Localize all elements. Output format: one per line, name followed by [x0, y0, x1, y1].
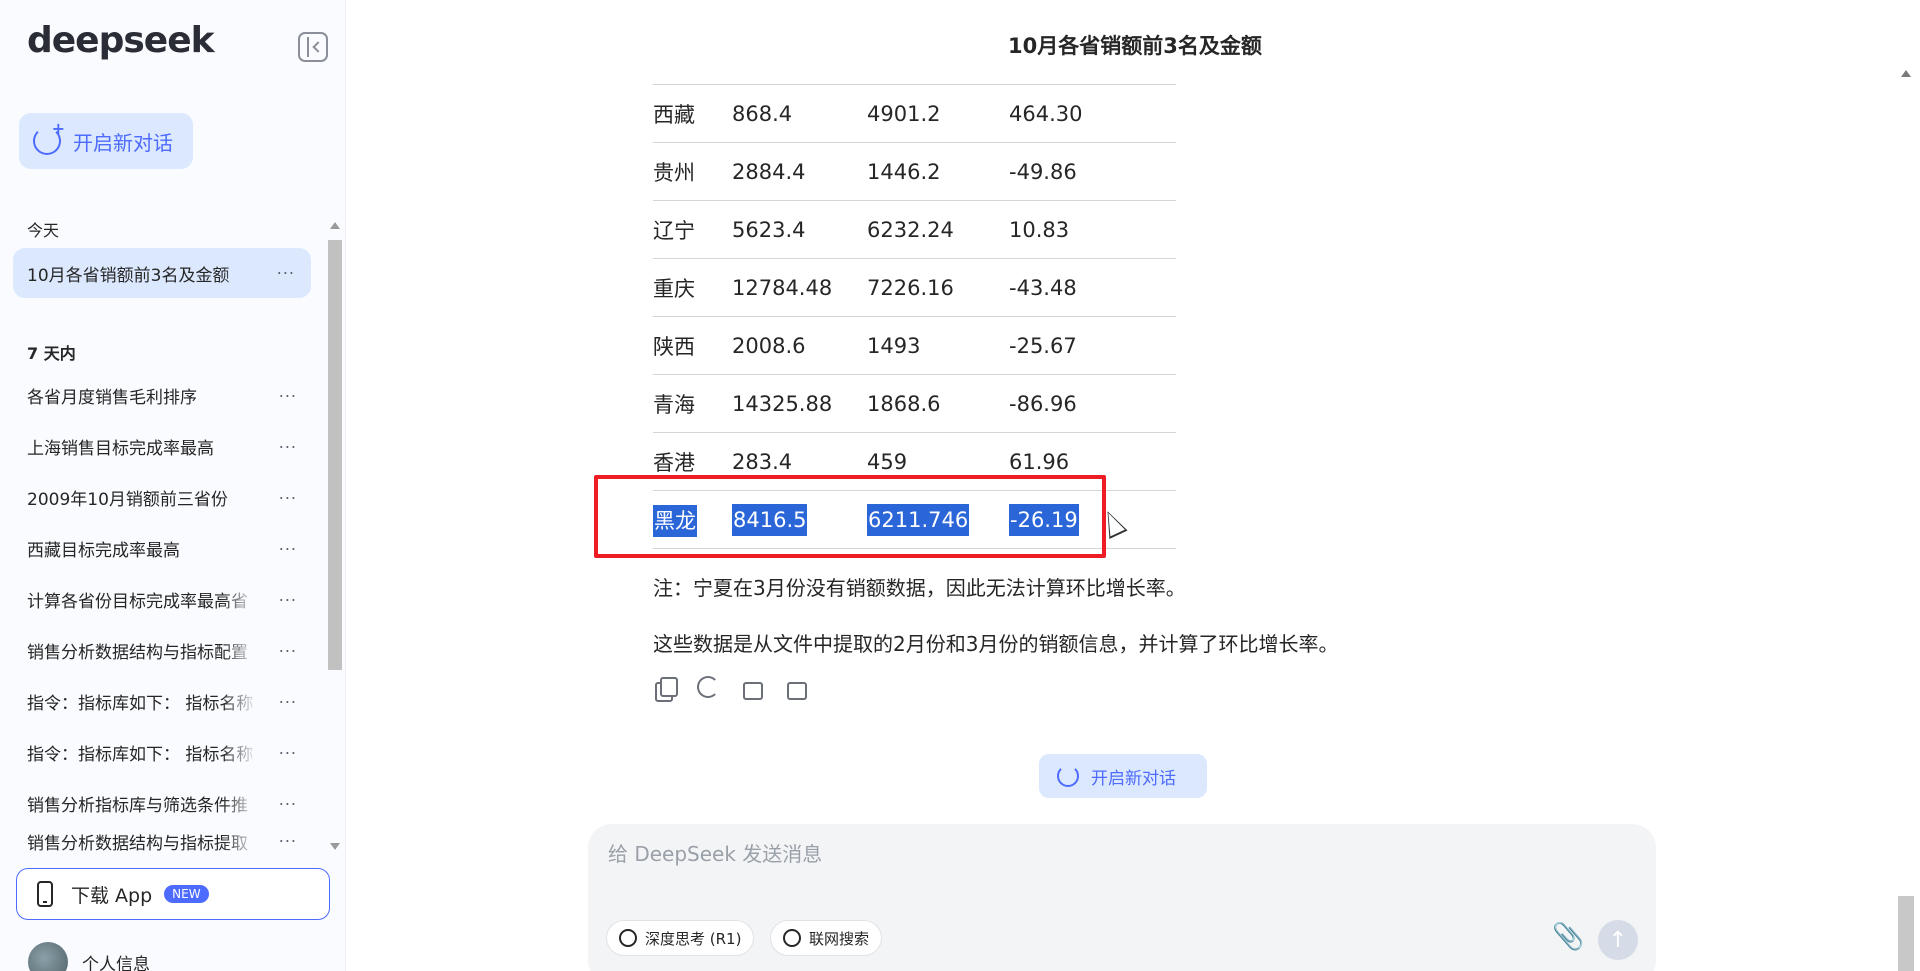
deep-think-label: 深度思考 (R1) — [645, 929, 742, 948]
more-icon[interactable]: ··· — [279, 743, 297, 762]
table-cell: -49.86 — [1009, 142, 1176, 201]
table-cell: -25.67 — [1009, 316, 1176, 375]
history-item-active[interactable]: 10月各省销额前3名及金额 ··· — [13, 248, 311, 298]
new-chat-center-button[interactable]: 开启新对话 — [1039, 754, 1207, 798]
more-icon[interactable]: ··· — [279, 641, 297, 660]
deep-think-toggle[interactable]: 深度思考 (R1) — [606, 920, 755, 956]
deep-think-icon — [619, 929, 637, 947]
table-cell: 5623.4 — [732, 200, 867, 259]
highlight-annotation-box — [594, 475, 1106, 558]
app-window: deepseek 开启新对话 今天 10月各省销额前3名及金额 ··· 7 天内… — [0, 0, 1920, 971]
table-cell: 辽宁 — [653, 200, 732, 259]
table-cell: 2884.4 — [732, 142, 867, 201]
table-row: 陕西 2008.6 1493 -25.67 — [653, 316, 1176, 375]
new-chat-label: 开启新对话 — [73, 130, 173, 155]
more-icon[interactable]: ··· — [279, 386, 297, 405]
avatar — [28, 942, 68, 971]
scroll-up-icon[interactable] — [330, 222, 340, 229]
table-cell: -86.96 — [1009, 374, 1176, 433]
collapse-sidebar-icon[interactable] — [298, 32, 328, 62]
table-row: 青海 14325.88 1868.6 -86.96 — [653, 374, 1176, 433]
table-cell: 1868.6 — [867, 374, 1009, 433]
new-badge: NEW — [164, 885, 209, 903]
download-app-label: 下载 App — [71, 884, 153, 907]
table-cell: 6232.24 — [867, 200, 1009, 259]
sidebar: deepseek 开启新对话 今天 10月各省销额前3名及金额 ··· 7 天内… — [0, 0, 346, 971]
message-actions — [653, 676, 807, 702]
more-icon[interactable]: ··· — [279, 488, 297, 507]
scroll-up-icon[interactable] — [1901, 70, 1911, 77]
history-item[interactable]: 销售分析数据结构与指标提取 ··· — [13, 829, 313, 854]
table-cell: 重庆 — [653, 258, 732, 317]
new-chat-icon — [33, 119, 65, 155]
new-chat-icon — [1057, 765, 1079, 787]
table-cell: 464.30 — [1009, 84, 1176, 143]
copy-icon[interactable] — [653, 676, 678, 702]
scroll-thumb[interactable] — [328, 240, 342, 670]
more-icon[interactable]: ··· — [279, 437, 297, 456]
chat-title: 10月各省销额前3名及金额 — [1008, 34, 1262, 58]
more-icon[interactable]: ··· — [279, 590, 297, 609]
history-item[interactable]: 各省月度销售毛利排序 ··· — [13, 370, 313, 421]
new-chat-button[interactable]: 开启新对话 — [19, 113, 193, 169]
table-cell: 4901.2 — [867, 84, 1009, 143]
history-item[interactable]: 计算各省份目标完成率最高省 ··· — [13, 574, 313, 625]
new-chat-center-label: 开启新对话 — [1091, 768, 1176, 789]
history-item[interactable]: 2009年10月销额前三省份 ··· — [13, 472, 313, 523]
web-search-label: 联网搜索 — [809, 929, 870, 948]
attach-icon[interactable]: 📎 — [1552, 922, 1584, 952]
table-row: 贵州 2884.4 1446.2 -49.86 — [653, 142, 1176, 201]
sidebar-scrollbar[interactable] — [326, 222, 342, 850]
history-item[interactable]: 指令：指标库如下： 指标名称 ··· — [13, 676, 313, 727]
globe-icon — [783, 929, 801, 947]
profile-label: 个人信息 — [82, 954, 150, 971]
table-cell: 14325.88 — [732, 374, 867, 433]
more-icon[interactable]: ··· — [277, 264, 295, 283]
regenerate-icon[interactable] — [697, 676, 719, 698]
thumbs-down-icon[interactable] — [783, 676, 807, 700]
history-item[interactable]: 指令：指标库如下： 指标名称 ··· — [13, 727, 313, 778]
section-7days: 7 天内 — [27, 344, 76, 363]
phone-icon — [37, 881, 53, 907]
table-cell: 12784.48 — [732, 258, 867, 317]
thumbs-up-icon[interactable] — [739, 676, 763, 700]
table-cell: 1493 — [867, 316, 1009, 375]
main-scrollbar[interactable] — [1898, 70, 1914, 971]
table-cell: 青海 — [653, 374, 732, 433]
table-cell: 陕西 — [653, 316, 732, 375]
section-today: 今天 — [27, 221, 60, 240]
summary-text: 这些数据是从文件中提取的2月份和3月份的销额信息，并计算了环比增长率。 — [653, 632, 1339, 656]
send-button[interactable]: ↑ — [1598, 920, 1638, 960]
more-icon[interactable]: ··· — [279, 539, 297, 558]
history-item[interactable]: 西藏目标完成率最高 ··· — [13, 523, 313, 574]
table-cell: 西藏 — [653, 84, 732, 143]
more-icon[interactable]: ··· — [279, 832, 297, 851]
download-app-button[interactable]: 下载 App NEW — [16, 868, 330, 920]
deepseek-logo: deepseek — [27, 20, 215, 61]
scroll-down-icon[interactable] — [330, 843, 340, 850]
table-row: 辽宁 5623.4 6232.24 10.83 — [653, 200, 1176, 259]
more-icon[interactable]: ··· — [279, 794, 297, 813]
history-item[interactable]: 销售分析指标库与筛选条件推 ··· — [13, 778, 313, 829]
table-cell: 2008.6 — [732, 316, 867, 375]
table-cell: 贵州 — [653, 142, 732, 201]
history-list: 各省月度销售毛利排序 ··· 上海销售目标完成率最高 ··· 2009年10月销额前… — [13, 370, 313, 853]
more-icon[interactable]: ··· — [279, 692, 297, 711]
history-item[interactable]: 上海销售目标完成率最高 ··· — [13, 421, 313, 472]
history-item[interactable]: 销售分析数据结构与指标配置 ··· — [13, 625, 313, 676]
note-text: 注：宁夏在3月份没有销额数据，因此无法计算环比增长率。 — [653, 576, 1186, 600]
profile-button[interactable]: 个人信息 — [28, 942, 150, 971]
table-cell: -43.48 — [1009, 258, 1176, 317]
table-cell: 1446.2 — [867, 142, 1009, 201]
message-input[interactable] — [608, 842, 1608, 866]
table-row: 西藏 868.4 4901.2 464.30 — [653, 84, 1176, 143]
table-cell: 10.83 — [1009, 200, 1176, 259]
table-cell: 868.4 — [732, 84, 867, 143]
web-search-toggle[interactable]: 联网搜索 — [770, 920, 883, 956]
scroll-thumb[interactable] — [1898, 896, 1914, 971]
table-cell: 7226.16 — [867, 258, 1009, 317]
table-row: 重庆 12784.48 7226.16 -43.48 — [653, 258, 1176, 317]
history-item-label: 10月各省销额前3名及金额 — [27, 265, 230, 286]
message-composer: 深度思考 (R1) 联网搜索 📎 ↑ — [588, 824, 1656, 971]
